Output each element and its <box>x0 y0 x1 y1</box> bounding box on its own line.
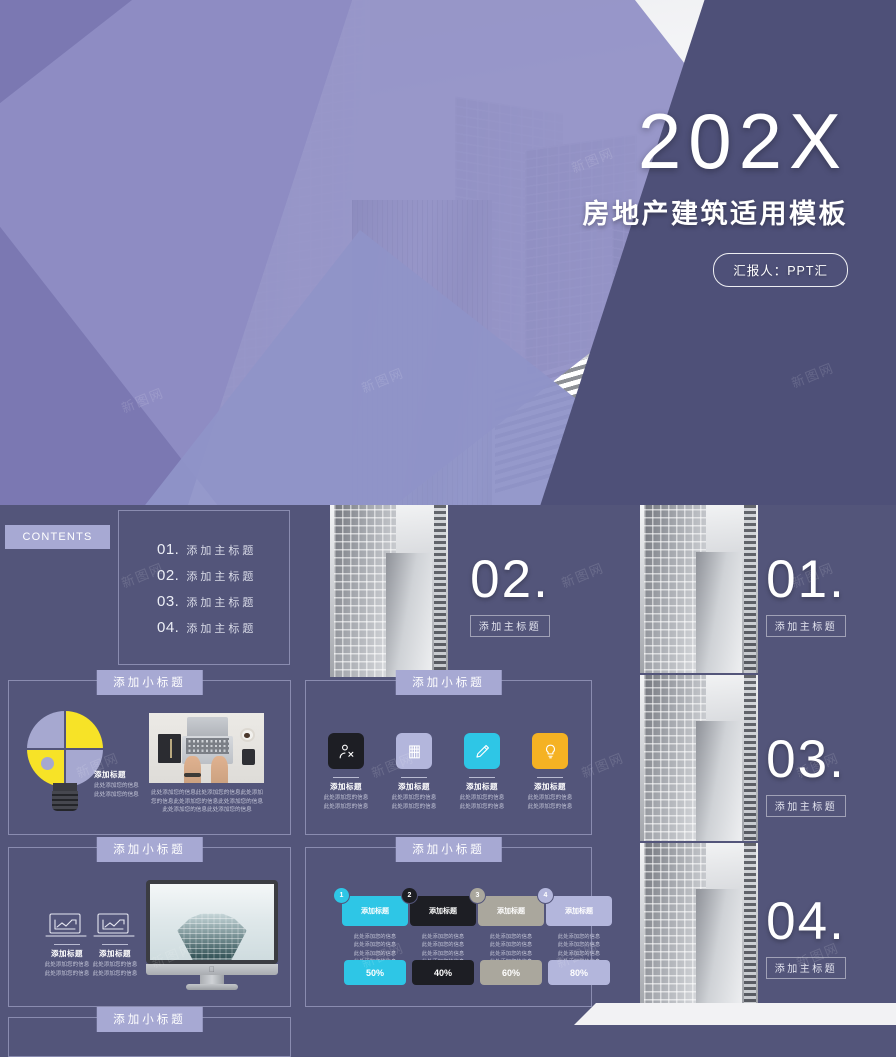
toc-label: 添加主标题 <box>186 623 257 635</box>
toc-label: 添加主标题 <box>186 545 257 557</box>
imac-building-image <box>177 912 247 960</box>
info-card-4[interactable]: 4 添加标题 此处添加您的信息 此处添加您的信息 此处添加您的信息 此处添加您的… <box>537 887 612 967</box>
card-index: 3 <box>469 887 486 904</box>
panel-header: 添加小标题 <box>395 670 502 695</box>
caption-body: 此处添加您的信息 此处添加您的信息 <box>92 962 138 977</box>
card-title: 添加标题 <box>497 908 525 915</box>
chapter-number: 04. <box>766 892 846 951</box>
imac-chin:  <box>146 963 278 975</box>
caption-body: 此处添加您的信息 此处添加您的信息 <box>527 795 573 810</box>
toc-number: 03. <box>157 593 180 610</box>
info-card-2[interactable]: 2 添加标题 此处添加您的信息 此处添加您的信息 此处添加您的信息 此处添加您的… <box>401 887 476 967</box>
bulb-icon[interactable] <box>532 733 568 769</box>
percent-badge-4: 80% <box>548 960 610 985</box>
info-card-1[interactable]: 1 添加标题 此处添加您的信息 此处添加您的信息 此处添加您的信息 此处添加您的… <box>333 887 408 967</box>
toc-item-1[interactable]: 01. 添加主标题 <box>157 541 256 558</box>
chapter-01[interactable]: 01. 添加主标题 <box>726 553 886 637</box>
card-title: 添加标题 <box>429 908 457 915</box>
toc-panel: 01. 添加主标题 02. 添加主标题 03. 添加主标题 04. 添加主标题 <box>118 510 290 665</box>
hero-text-block: 202X 房地产建筑适用模板 汇报人：PPT汇 <box>448 97 848 287</box>
caption-body: 此处添加您的信息 此处添加您的信息 <box>94 783 139 798</box>
panel-header: 添加小标题 <box>96 1007 203 1032</box>
chapter-number: 02. <box>470 550 550 609</box>
icons-panel: 添加小标题 添加标题 此处添加您的信息 此处添加您的信息 添加标题 此处添加您的… <box>305 670 592 835</box>
chapter-number: 01. <box>766 550 846 609</box>
caption-title: 添加标题 <box>534 782 566 791</box>
icon-caption-4: 添加标题 此处添加您的信息 此处添加您的信息 <box>510 777 590 811</box>
presenter-badge: 汇报人：PPT汇 <box>713 252 848 287</box>
chapter-label: 添加主标题 <box>765 615 847 637</box>
chapter-label: 添加主标题 <box>765 957 847 979</box>
imac-panel: 添加小标题 添加标题 此处添加您的信息 此处添加您的信息 添加标题 此处添加您的… <box>8 837 291 1007</box>
panel-header: 添加小标题 <box>96 837 203 862</box>
laptop-photo <box>149 713 264 783</box>
toc-item-3[interactable]: 03. 添加主标题 <box>157 593 256 610</box>
card-index: 1 <box>333 887 350 904</box>
toc-number: 02. <box>157 567 180 584</box>
caption-title: 添加标题 <box>99 949 131 958</box>
panel-header: 添加小标题 <box>96 670 203 695</box>
card-tag: 4 添加标题 <box>537 887 612 926</box>
chapter-label: 添加主标题 <box>765 795 847 817</box>
chapter-02[interactable]: 02. 添加主标题 <box>430 553 590 637</box>
building-icon[interactable] <box>396 733 432 769</box>
photo-caption: 此处添加您的信息此处添加您的信息此处添加您的信息此处添加您的信息此处添加您的信息… <box>151 790 263 814</box>
toc-label: 添加主标题 <box>186 597 257 609</box>
puzzle-bulb-icon <box>27 711 103 811</box>
imac-foot <box>185 984 239 990</box>
contents-badge: CONTENTS <box>5 525 110 549</box>
bottom-panel: 添加小标题 <box>8 1007 291 1057</box>
toc-item-4[interactable]: 04. 添加主标题 <box>157 619 256 636</box>
caption-title: 添加标题 <box>94 770 126 779</box>
card-tag: 2 添加标题 <box>401 887 476 926</box>
imac-screen <box>150 884 274 960</box>
hero-year: 202X <box>637 97 848 185</box>
card-index: 2 <box>401 887 418 904</box>
imac-body <box>146 880 278 964</box>
percent-badge-1: 50% <box>344 960 406 985</box>
toc-number: 01. <box>157 541 180 558</box>
laptop-chart-icon[interactable] <box>92 910 136 940</box>
percent-badge-2: 40% <box>412 960 474 985</box>
info-card-3[interactable]: 3 添加标题 此处添加您的信息 此处添加您的信息 此处添加您的信息 此处添加您的… <box>469 887 544 967</box>
toc-item-2[interactable]: 02. 添加主标题 <box>157 567 256 584</box>
person-icon[interactable] <box>328 733 364 769</box>
bottom-white-strip-corner <box>574 1003 596 1025</box>
toc-label: 添加主标题 <box>186 571 257 583</box>
chapter-03[interactable]: 03. 添加主标题 <box>726 733 886 817</box>
chapter-04[interactable]: 04. 添加主标题 <box>726 895 886 979</box>
hero-title: 房地产建筑适用模板 <box>582 198 848 229</box>
toc-list: 01. 添加主标题 02. 添加主标题 03. 添加主标题 04. 添加主标题 <box>157 541 256 645</box>
apple-logo-icon:  <box>209 965 215 974</box>
hero-banner: 新图网 新图网 新图网 新图网 202X 房地产建筑适用模板 汇报人：PPT汇 <box>0 0 896 505</box>
card-index: 4 <box>537 887 554 904</box>
bulb-panel: 添加小标题 添加标题 此处添加您的信息 此处添加您的信息 此处添加您的信息此处添… <box>8 670 291 835</box>
card-tag: 1 添加标题 <box>333 887 408 926</box>
bottom-white-strip <box>596 1003 896 1025</box>
card-title: 添加标题 <box>565 908 593 915</box>
chapter-number: 03. <box>766 730 846 789</box>
imac-neck <box>200 974 224 985</box>
pen-icon[interactable] <box>464 733 500 769</box>
toc-number: 04. <box>157 619 180 636</box>
imac-mockup:  <box>146 880 278 990</box>
cards-panel: 添加小标题 1 添加标题 此处添加您的信息 此处添加您的信息 此处添加您的信息 … <box>305 837 612 1007</box>
chapter-label: 添加主标题 <box>469 615 551 637</box>
bulb-caption: 添加标题 此处添加您的信息 此处添加您的信息 <box>94 769 142 799</box>
imac-caption-2: 添加标题 此处添加您的信息 此处添加您的信息 <box>77 944 153 978</box>
percent-badge-3: 60% <box>480 960 542 985</box>
card-title: 添加标题 <box>361 908 389 915</box>
laptop-chart-icon[interactable] <box>44 910 88 940</box>
panel-header: 添加小标题 <box>395 837 502 862</box>
slide-board: CONTENTS 01. 添加主标题 02. 添加主标题 03. 添加主标题 0… <box>0 505 896 1057</box>
card-tag: 3 添加标题 <box>469 887 544 926</box>
